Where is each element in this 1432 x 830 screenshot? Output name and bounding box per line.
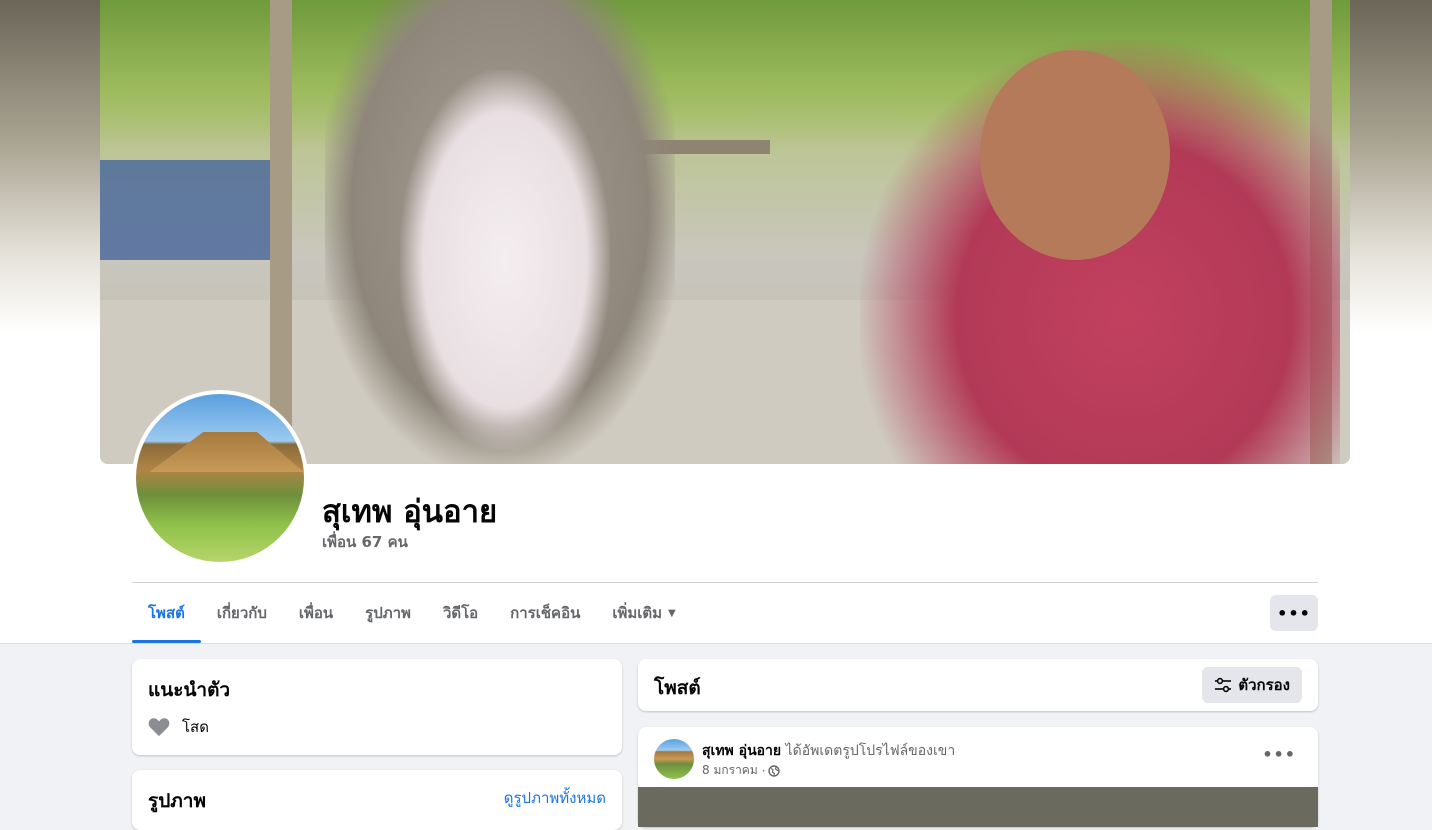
post-options-button[interactable]: ••• bbox=[1262, 745, 1296, 764]
globe-icon bbox=[768, 764, 781, 777]
header-divider bbox=[0, 643, 1432, 644]
cover-man-face bbox=[980, 50, 1170, 260]
more-horizontal-icon: ••• bbox=[1262, 745, 1296, 764]
tab-friends[interactable]: เพื่อน bbox=[283, 583, 349, 643]
posts-title: โพสต์ bbox=[654, 677, 701, 699]
tab-label: เกี่ยวกับ bbox=[216, 604, 267, 622]
tab-label: การเช็คอิน bbox=[510, 604, 581, 622]
post-card: สุเทพ อุ่นอาย ได้อัพเดตรูปโปรไฟล์ของเขา … bbox=[638, 727, 1318, 827]
tab-label: เพิ่มเติม bbox=[612, 604, 663, 622]
cover-wooden-post bbox=[270, 0, 292, 464]
profile-tabs: โพสต์ เกี่ยวกับ เพื่อน รูปภาพ วิดีโอ การ… bbox=[132, 583, 692, 643]
intro-title: แนะนำตัว bbox=[148, 679, 231, 701]
photos-title: รูปภาพ bbox=[148, 790, 206, 812]
heart-icon bbox=[148, 718, 170, 737]
cover-baby bbox=[400, 70, 610, 450]
intro-card: แนะนำตัว โสด bbox=[132, 659, 622, 755]
meta-separator: · bbox=[757, 763, 766, 778]
relationship-status: โสด bbox=[182, 718, 209, 736]
profile-name: สุเทพ อุ่นอาย bbox=[322, 494, 498, 530]
relationship-row: โสด bbox=[148, 715, 209, 739]
tab-label: รูปภาพ bbox=[365, 604, 411, 622]
tab-label: โพสต์ bbox=[148, 604, 185, 622]
tab-posts[interactable]: โพสต์ bbox=[132, 583, 201, 643]
post-date[interactable]: 8 มกราคม bbox=[702, 761, 758, 780]
post-headline: สุเทพ อุ่นอาย ได้อัพเดตรูปโปรไฟล์ของเขา bbox=[702, 740, 955, 762]
photos-card: รูปภาพ ดูรูปภาพทั้งหมด bbox=[132, 770, 622, 830]
profile-more-button[interactable]: ••• bbox=[1270, 595, 1318, 631]
post-image[interactable] bbox=[638, 787, 1318, 827]
tab-label: วิดีโอ bbox=[442, 604, 479, 622]
tab-check-ins[interactable]: การเช็คอิน bbox=[494, 583, 596, 643]
see-all-photos-link[interactable]: ดูรูปภาพทั้งหมด bbox=[504, 786, 606, 810]
tab-label: เพื่อน bbox=[298, 604, 334, 622]
filter-button[interactable]: ตัวกรอง bbox=[1202, 667, 1302, 703]
cover-photo[interactable] bbox=[100, 0, 1350, 464]
post-meta: 8 มกราคม · bbox=[702, 761, 781, 780]
caret-down-icon: ▼ bbox=[668, 607, 676, 619]
friends-count[interactable]: เพื่อน 67 คน bbox=[322, 530, 408, 554]
filter-label: ตัวกรอง bbox=[1238, 676, 1290, 694]
tab-videos[interactable]: วิดีโอ bbox=[427, 583, 494, 643]
avatar-hut-roof bbox=[149, 432, 304, 472]
post-action-text: ได้อัพเดตรูปโปรไฟล์ของเขา bbox=[785, 743, 956, 759]
tab-about[interactable]: เกี่ยวกับ bbox=[201, 583, 283, 643]
cover-shelf bbox=[100, 160, 290, 260]
profile-avatar[interactable] bbox=[132, 390, 308, 566]
post-author-avatar[interactable] bbox=[654, 739, 694, 779]
posts-header-card: โพสต์ ตัวกรอง bbox=[638, 659, 1318, 711]
sliders-icon bbox=[1215, 677, 1232, 693]
tab-photos[interactable]: รูปภาพ bbox=[349, 583, 427, 643]
more-horizontal-icon: ••• bbox=[1277, 603, 1311, 623]
post-author-name[interactable]: สุเทพ อุ่นอาย bbox=[702, 743, 781, 759]
tab-more[interactable]: เพิ่มเติม ▼ bbox=[596, 583, 691, 643]
